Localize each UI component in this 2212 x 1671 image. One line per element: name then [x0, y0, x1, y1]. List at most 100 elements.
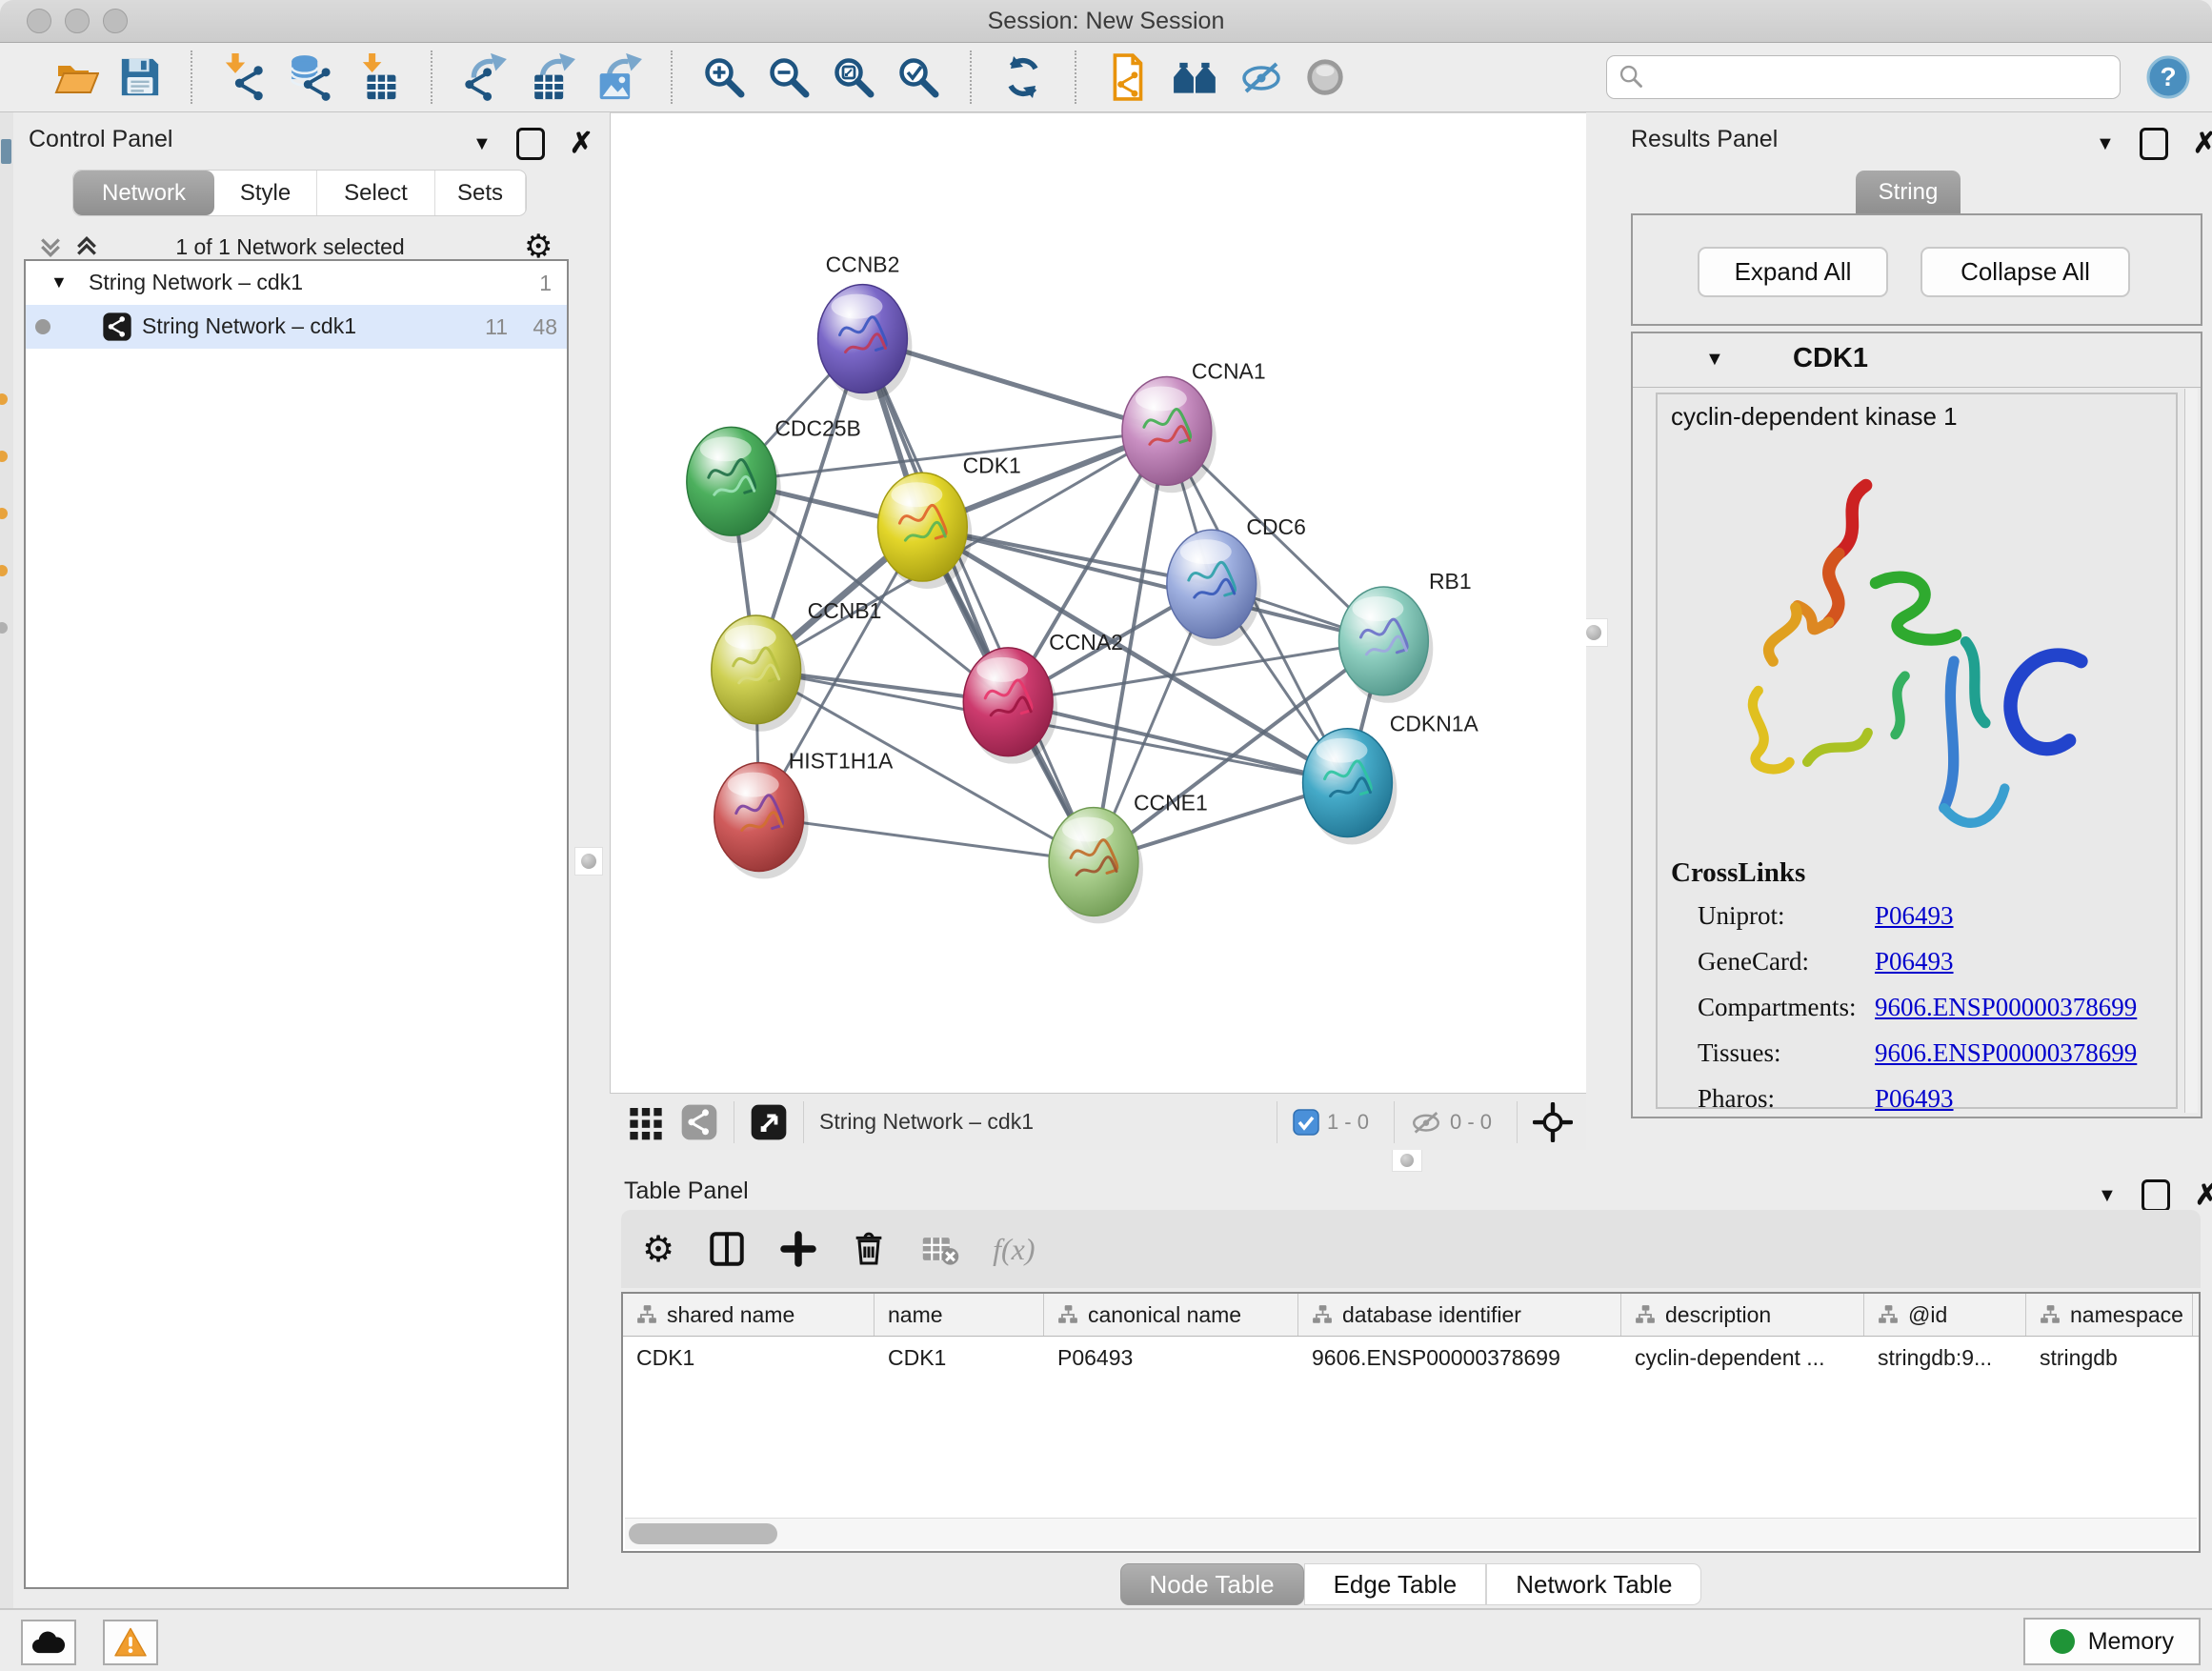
strip-dot-icon[interactable]	[0, 393, 8, 405]
network-node-CDC6[interactable]: CDC6	[1167, 514, 1306, 646]
graphics-details-icon[interactable]	[1172, 53, 1219, 101]
table-cell[interactable]: stringdb	[2026, 1337, 2193, 1379]
memory-button[interactable]: Memory	[2023, 1618, 2201, 1665]
table-hscroll-thumb[interactable]	[629, 1523, 777, 1544]
birds-eye-toggle-icon[interactable]	[750, 1103, 788, 1141]
birds-eye-view-icon[interactable]	[1303, 55, 1347, 99]
strip-item-icon[interactable]	[1, 139, 11, 164]
hidden-eye-slash-icon[interactable]	[1410, 1106, 1442, 1138]
left-splitter-handle[interactable]	[574, 847, 603, 876]
panel-float-icon[interactable]: ▼	[473, 133, 492, 155]
open-session-icon[interactable]	[53, 54, 99, 100]
fit-selected-crosshair-icon[interactable]	[1533, 1102, 1573, 1142]
delete-table-icon[interactable]	[920, 1229, 960, 1269]
tab-network-table[interactable]: Network Table	[1486, 1563, 1701, 1605]
network-node-CCNB2[interactable]: CCNB2	[818, 252, 913, 401]
network-node-CDC25B[interactable]: CDC25B	[687, 415, 861, 543]
table-row[interactable]: CDK1CDK1P064939606.ENSP00000378699cyclin…	[623, 1337, 2199, 1379]
network-collection-row[interactable]: ▼ String Network – cdk1 1	[26, 261, 567, 305]
tab-edge-table[interactable]: Edge Table	[1304, 1563, 1487, 1605]
column-header[interactable]: description	[1621, 1294, 1864, 1336]
hide-annotations-icon[interactable]	[1238, 54, 1284, 100]
network-edge[interactable]	[1008, 702, 1347, 783]
panel-close-icon[interactable]: ✗	[2195, 1181, 2212, 1210]
panel-float-icon[interactable]: ▼	[2098, 1185, 2117, 1207]
crosslink-link[interactable]: P06493	[1875, 1084, 1954, 1114]
strip-dot-icon[interactable]	[0, 508, 8, 519]
export-image-icon[interactable]	[594, 53, 642, 101]
panel-maximize-icon[interactable]	[2140, 128, 2168, 160]
crosslink-link[interactable]: P06493	[1875, 901, 1954, 931]
results-scrollbar[interactable]	[2184, 389, 2198, 1113]
network-node-CCNA1[interactable]: CCNA1	[1122, 358, 1266, 493]
collection-expand-icon[interactable]: ▼	[50, 272, 68, 292]
strip-dot-icon[interactable]	[0, 565, 8, 576]
zoom-out-icon[interactable]	[766, 54, 812, 100]
expand-all-button[interactable]: Expand All	[1698, 247, 1888, 297]
zoom-selected-icon[interactable]	[895, 54, 941, 100]
tab-network[interactable]: Network	[73, 171, 214, 215]
table-options-gear-icon[interactable]: ⚙	[642, 1228, 674, 1270]
network-row-selected[interactable]: String Network – cdk1 11 48	[26, 305, 567, 349]
network-canvas[interactable]: CCNB2CCNA1CDC25BCDK1CDC6RB1CCNB1CCNA2CDK…	[610, 112, 1586, 1093]
network-node-CCNE1[interactable]: CCNE1	[1049, 791, 1208, 924]
show-columns-icon[interactable]	[707, 1229, 747, 1269]
network-node-RB1[interactable]: RB1	[1339, 569, 1472, 703]
export-table-icon[interactable]	[528, 53, 575, 101]
grid-view-icon[interactable]	[627, 1103, 665, 1141]
network-node-CDKN1A[interactable]: CDKN1A	[1303, 712, 1479, 845]
network-view-icon[interactable]	[680, 1103, 718, 1141]
save-session-icon[interactable]	[118, 55, 162, 99]
table-cell[interactable]: cyclin-dependent ...	[1621, 1337, 1864, 1379]
network-node-HIST1H1A[interactable]: HIST1H1A	[714, 749, 894, 879]
table-cell[interactable]: CDK1	[623, 1337, 875, 1379]
tab-select[interactable]: Select	[317, 171, 435, 215]
column-header[interactable]: name	[875, 1294, 1044, 1336]
selected-checkbox-icon[interactable]	[1293, 1109, 1319, 1136]
table-cell[interactable]: CDK1	[875, 1337, 1044, 1379]
panel-close-icon[interactable]: ✗	[2193, 130, 2212, 158]
search-input[interactable]	[1606, 55, 2121, 99]
zoom-fit-content-icon[interactable]	[831, 54, 876, 100]
export-network-icon[interactable]	[461, 53, 509, 101]
bottom-splitter-handle[interactable]	[1392, 1149, 1422, 1172]
import-network-database-icon[interactable]	[288, 53, 335, 101]
panel-float-icon[interactable]: ▼	[2096, 133, 2115, 155]
strip-dot-icon[interactable]	[0, 451, 8, 462]
column-header[interactable]: database identifier	[1298, 1294, 1621, 1336]
panel-close-icon[interactable]: ✗	[570, 130, 593, 158]
cloud-button[interactable]	[21, 1620, 76, 1665]
column-header[interactable]: canonical name	[1044, 1294, 1298, 1336]
network-edge[interactable]	[759, 817, 1094, 862]
crosslink-link[interactable]: P06493	[1875, 947, 1954, 976]
add-column-icon[interactable]	[779, 1230, 817, 1268]
table-cell[interactable]: stringdb:9...	[1864, 1337, 2026, 1379]
tab-sets[interactable]: Sets	[435, 171, 526, 215]
network-edge[interactable]	[922, 527, 1383, 641]
import-table-file-icon[interactable]	[354, 53, 402, 101]
tab-node-table[interactable]: Node Table	[1120, 1563, 1304, 1605]
import-network-file-icon[interactable]	[221, 53, 269, 101]
network-node-CCNB1[interactable]: CCNB1	[712, 598, 882, 732]
zoom-in-icon[interactable]	[701, 54, 747, 100]
strip-dot-icon[interactable]	[0, 622, 8, 634]
panel-maximize-icon[interactable]	[516, 128, 545, 160]
warning-button[interactable]	[103, 1620, 158, 1665]
new-network-from-selection-icon[interactable]	[1105, 53, 1153, 101]
table-cell[interactable]: P06493	[1044, 1337, 1298, 1379]
network-node-CDK1[interactable]: CDK1	[877, 453, 1020, 589]
column-header[interactable]: shared name	[623, 1294, 875, 1336]
crosslink-link[interactable]: 9606.ENSP00000378699	[1875, 993, 2137, 1022]
column-header[interactable]: @id	[1864, 1294, 2026, 1336]
function-builder-icon[interactable]: f(x)	[993, 1232, 1035, 1267]
section-collapse-icon[interactable]: ▼	[1705, 349, 1724, 371]
delete-column-icon[interactable]	[850, 1230, 888, 1268]
crosslink-link[interactable]: 9606.ENSP00000378699	[1875, 1038, 2137, 1068]
tab-style[interactable]: Style	[214, 171, 317, 215]
table-cell[interactable]: 9606.ENSP00000378699	[1298, 1337, 1621, 1379]
column-header[interactable]: namespace	[2026, 1294, 2193, 1336]
table-hscrollbar[interactable]	[625, 1518, 2197, 1549]
apply-layout-icon[interactable]	[1000, 54, 1046, 100]
network-edge[interactable]	[862, 339, 1094, 862]
tab-string[interactable]: String	[1856, 171, 1961, 213]
